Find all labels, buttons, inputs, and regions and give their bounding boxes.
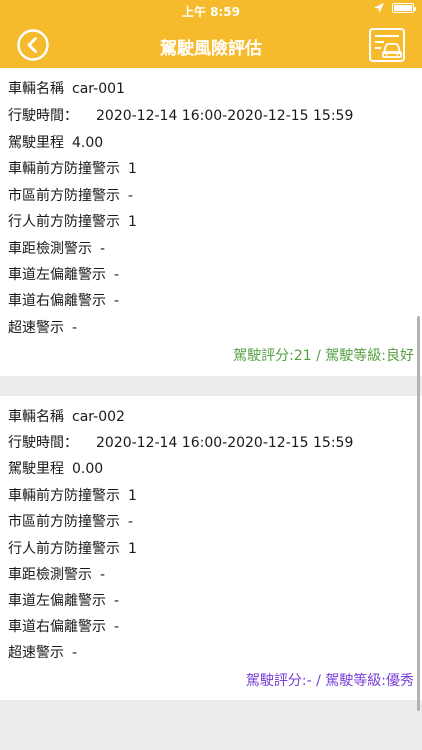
- page-title: 駕駛風險評估: [160, 39, 262, 59]
- headway-value: -: [100, 241, 106, 257]
- mileage-row: 駕駛里程 0.00: [8, 458, 103, 478]
- lane-left-label: 車道左偏離警示: [8, 593, 106, 609]
- score-summary: 駕駛評分:- / 駕駛等級:優秀: [245, 673, 414, 689]
- vehicle-name-value: car-002: [72, 409, 125, 425]
- location-arrow-icon: [374, 3, 384, 13]
- vehicle-name-label: 車輛名稱: [8, 81, 64, 97]
- drive-time-label: 行駛時間：: [8, 435, 78, 451]
- scrollbar[interactable]: [417, 316, 420, 711]
- lane-left-value: -: [114, 267, 120, 283]
- lane-left-row: 車道左偏離警示 -: [8, 590, 119, 610]
- vehicle-name-row: 車輛名稱 car-002: [8, 406, 125, 426]
- lane-right-label: 車道右偏離警示: [8, 619, 106, 635]
- status-bar: 上午 8:59: [0, 0, 422, 20]
- pedestrian-collision-value: 1: [128, 541, 137, 557]
- score-summary: 駕駛評分:21 / 駕駛等級:良好: [233, 348, 414, 364]
- headway-label: 車距檢測警示: [8, 241, 92, 257]
- urban-collision-value: -: [128, 188, 134, 204]
- lane-right-value: -: [114, 293, 120, 309]
- forward-collision-value: 1: [128, 488, 137, 504]
- pedestrian-collision-row: 行人前方防撞警示 1: [8, 211, 137, 231]
- forward-collision-label: 車輛前方防撞警示: [8, 488, 120, 504]
- lane-right-row: 車道右偏離警示 -: [8, 290, 119, 310]
- headway-row: 車距檢測警示 -: [8, 238, 105, 258]
- headway-row: 車距檢測警示 -: [8, 564, 105, 584]
- headway-value: -: [100, 567, 106, 583]
- urban-collision-row: 市區前方防撞警示 -: [8, 185, 133, 205]
- battery-icon: [392, 3, 416, 13]
- pedestrian-collision-label: 行人前方防撞警示: [8, 214, 120, 230]
- assessment-card: 車輛名稱 car-001 行駛時間： 2020-12-14 16:00-2020-1…: [0, 68, 422, 376]
- vehicle-list-icon: [369, 28, 405, 62]
- status-time: 上午 8:59: [181, 5, 241, 19]
- forward-collision-value: 1: [128, 161, 137, 177]
- assessment-list[interactable]: 車輛名稱 car-001 行駛時間： 2020-12-14 16:00-2020-1…: [0, 68, 422, 750]
- urban-collision-label: 市區前方防撞警示: [8, 514, 120, 530]
- mileage-label: 駕駛里程: [8, 135, 64, 151]
- drive-time-row: 行駛時間： 2020-12-14 16:00-2020-12-15 15:59: [8, 105, 353, 125]
- drive-time-value: 2020-12-14 16:00-2020-12-15 15:59: [96, 435, 354, 451]
- drive-time-label: 行駛時間：: [8, 108, 78, 124]
- speeding-value: -: [72, 320, 78, 336]
- speeding-label: 超速警示: [8, 645, 64, 661]
- lane-right-row: 車道右偏離警示 -: [8, 616, 119, 636]
- lane-right-value: -: [114, 619, 120, 635]
- speeding-row: 超速警示 -: [8, 642, 77, 662]
- urban-collision-value: -: [128, 514, 134, 530]
- forward-collision-label: 車輛前方防撞警示: [8, 161, 120, 177]
- mileage-row: 駕駛里程 4.00: [8, 132, 103, 152]
- pedestrian-collision-value: 1: [128, 214, 137, 230]
- mileage-label: 駕駛里程: [8, 461, 64, 477]
- headway-label: 車距檢測警示: [8, 567, 92, 583]
- mileage-value: 0.00: [72, 461, 104, 477]
- speeding-row: 超速警示 -: [8, 317, 77, 337]
- pedestrian-collision-row: 行人前方防撞警示 1: [8, 538, 137, 558]
- drive-time-row: 行駛時間： 2020-12-14 16:00-2020-12-15 15:59: [8, 432, 353, 452]
- nav-bar: 駕駛風險評估: [0, 20, 422, 68]
- drive-time-value: 2020-12-14 16:00-2020-12-15 15:59: [96, 108, 354, 124]
- mileage-value: 4.00: [72, 135, 104, 151]
- assessment-card: 車輛名稱 car-002 行駛時間： 2020-12-14 16:00-2020-1…: [0, 396, 422, 700]
- urban-collision-label: 市區前方防撞警示: [8, 188, 120, 204]
- pedestrian-collision-label: 行人前方防撞警示: [8, 541, 120, 557]
- vehicle-name-label: 車輛名稱: [8, 409, 64, 425]
- vehicle-name-row: 車輛名稱 car-001: [8, 78, 125, 98]
- vehicle-name-value: car-001: [72, 81, 125, 97]
- vehicle-list-button[interactable]: [368, 26, 406, 64]
- speeding-label: 超速警示: [8, 320, 64, 336]
- status-icons: [374, 3, 416, 13]
- forward-collision-row: 車輛前方防撞警示 1: [8, 485, 137, 505]
- lane-right-label: 車道右偏離警示: [8, 293, 106, 309]
- lane-left-label: 車道左偏離警示: [8, 267, 106, 283]
- lane-left-value: -: [114, 593, 120, 609]
- forward-collision-row: 車輛前方防撞警示 1: [8, 158, 137, 178]
- speeding-value: -: [72, 645, 78, 661]
- lane-left-row: 車道左偏離警示 -: [8, 264, 119, 284]
- urban-collision-row: 市區前方防撞警示 -: [8, 511, 133, 531]
